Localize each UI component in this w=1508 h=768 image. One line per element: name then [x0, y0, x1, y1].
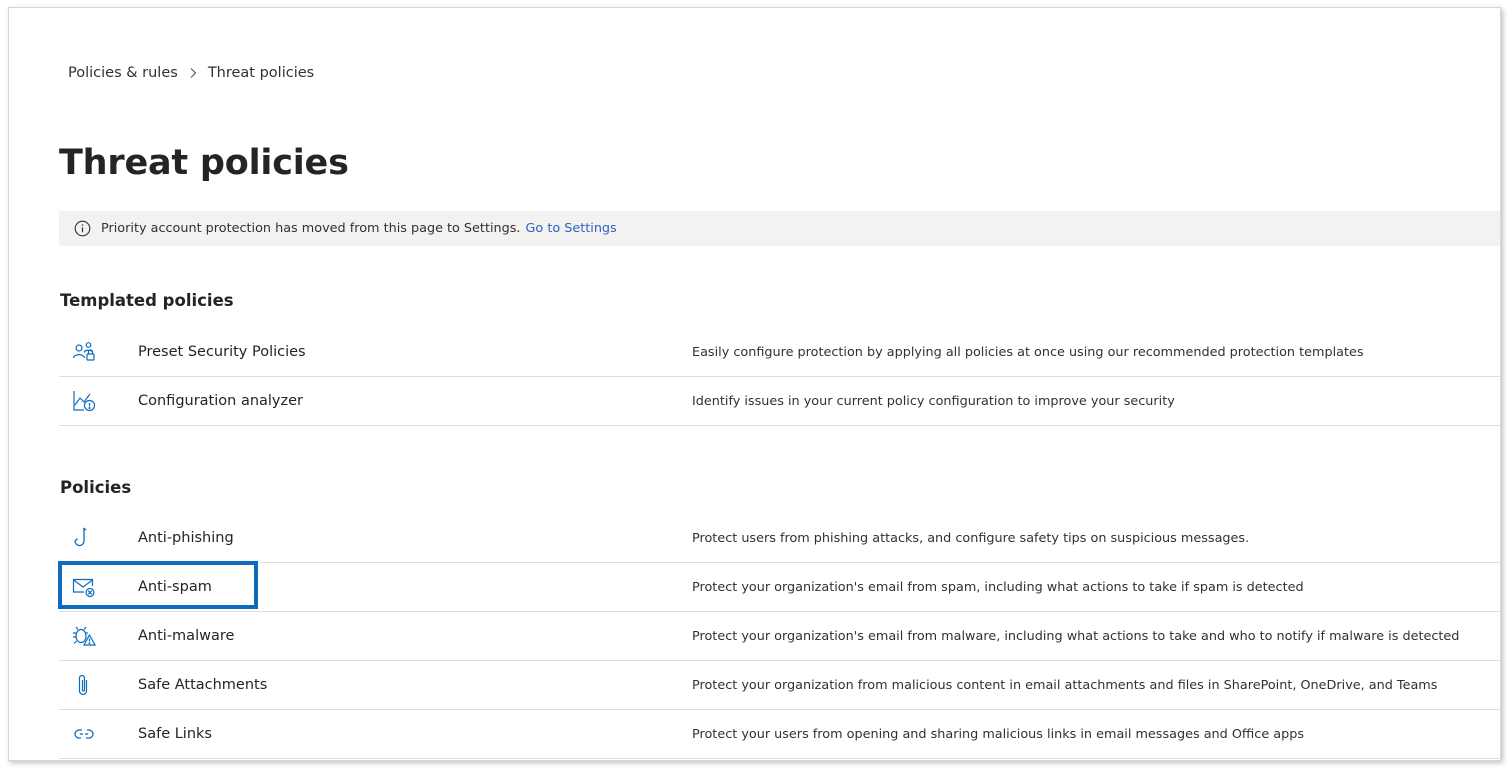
configuration-analyzer-name: Configuration analyzer	[138, 393, 304, 409]
breadcrumb-item-threat-policies: Threat policies	[207, 65, 315, 81]
configuration-analyzer-description: Identify issues in your current policy c…	[692, 393, 1175, 409]
breadcrumb-item-policies-rules[interactable]: Policies & rules	[68, 65, 178, 81]
safe-attachments-name: Safe Attachments	[138, 677, 268, 693]
breadcrumb: Policies & rules Threat policies	[68, 65, 314, 81]
policies-list: Anti-phishing Protect users from phishin…	[59, 514, 1500, 759]
anti-phishing-description: Protect users from phishing attacks, and…	[692, 530, 1250, 546]
link-icon	[71, 721, 97, 747]
list-item-anti-malware[interactable]: Anti-malware Protect your organization's…	[59, 612, 1500, 661]
anti-malware-name: Anti-malware	[138, 628, 235, 644]
paperclip-icon	[71, 672, 97, 698]
preset-security-icon	[71, 339, 97, 365]
mail-block-icon	[71, 574, 97, 600]
templated-policies-heading: Templated policies	[60, 291, 234, 310]
list-item-preset-security-policies[interactable]: Preset Security Policies Easily configur…	[59, 328, 1500, 377]
chevron-right-icon	[188, 67, 198, 79]
list-item-safe-attachments[interactable]: Safe Attachments Protect your organizati…	[59, 661, 1500, 710]
anti-malware-description: Protect your organization's email from m…	[692, 628, 1460, 644]
anti-spam-description: Protect your organization's email from s…	[692, 579, 1304, 595]
go-to-settings-link[interactable]: Go to Settings	[526, 221, 617, 236]
info-message-bar: Priority account protection has moved fr…	[59, 211, 1500, 246]
policies-heading: Policies	[60, 478, 132, 497]
hook-icon	[71, 525, 97, 551]
preset-security-policies-description: Easily configure protection by applying …	[692, 344, 1364, 360]
info-icon	[72, 219, 92, 239]
bug-warning-icon	[71, 623, 97, 649]
safe-attachments-description: Protect your organization from malicious…	[692, 677, 1438, 693]
list-item-anti-phishing[interactable]: Anti-phishing Protect users from phishin…	[59, 514, 1500, 563]
list-item-configuration-analyzer[interactable]: Configuration analyzer Identify issues i…	[59, 377, 1500, 426]
anti-spam-name: Anti-spam	[138, 579, 212, 595]
safe-links-name: Safe Links	[138, 726, 212, 742]
configuration-analyzer-icon	[71, 388, 97, 414]
info-message-text: Priority account protection has moved fr…	[101, 221, 521, 236]
preset-security-policies-name: Preset Security Policies	[138, 344, 306, 360]
page-title: Threat policies	[59, 143, 349, 183]
anti-phishing-name: Anti-phishing	[138, 530, 234, 546]
safe-links-description: Protect your users from opening and shar…	[692, 726, 1305, 742]
threat-policies-page: Policies & rules Threat policies Threat …	[8, 7, 1501, 761]
templated-policies-list: Preset Security Policies Easily configur…	[59, 328, 1500, 426]
list-item-anti-spam[interactable]: Anti-spam Protect your organization's em…	[59, 563, 1500, 612]
list-item-safe-links[interactable]: Safe Links Protect your users from openi…	[59, 710, 1500, 759]
